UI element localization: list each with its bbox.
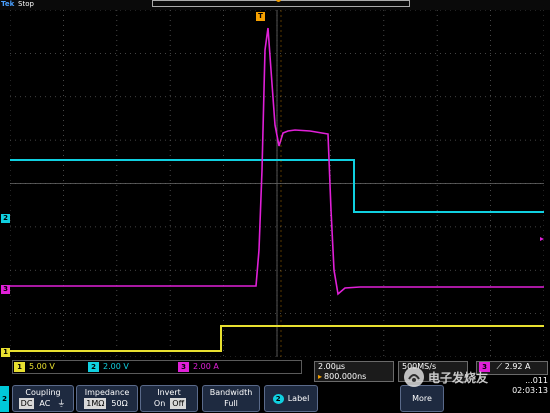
ch3-badge: 3	[178, 362, 189, 372]
ch3-scale: 2.00 A	[193, 362, 219, 371]
trigger-time-marker[interactable]: T	[256, 12, 265, 21]
more-label: More	[412, 394, 432, 403]
impedance-1m-option[interactable]: 1MΩ	[84, 398, 107, 409]
invert-on-option[interactable]: On	[152, 398, 167, 409]
invert-button[interactable]: Invert On Off	[140, 385, 198, 412]
bandwidth-title: Bandwidth	[209, 388, 253, 397]
label-button[interactable]: 2 Label	[264, 385, 318, 412]
status-bar: Tek Stop	[0, 0, 550, 10]
ch2-badge: 2	[88, 362, 99, 372]
ch1-readout[interactable]: 1 5.00 V	[14, 361, 55, 373]
ch1-scale: 5.00 V	[29, 362, 55, 371]
waveform-display[interactable]	[10, 10, 544, 357]
label-title: Label	[287, 394, 310, 403]
impedance-title: Impedance	[84, 388, 130, 397]
bandwidth-value: Full	[224, 399, 238, 408]
ch1-ground-marker[interactable]: 1	[1, 348, 10, 357]
ch2-ground-marker[interactable]: 2	[1, 214, 10, 223]
label-channel-badge: 2	[272, 393, 284, 404]
brand-label: Tek	[1, 0, 15, 8]
ch3-ground-marker[interactable]: 3	[1, 285, 10, 294]
coupling-button[interactable]: Coupling DC AC ⏚	[12, 385, 74, 412]
record-view-indicator	[152, 0, 410, 7]
ch2-readout[interactable]: 2 2.00 V	[88, 361, 129, 373]
impedance-50-option[interactable]: 50Ω	[109, 398, 129, 409]
timebase-value: 2.00µs	[318, 362, 346, 371]
watermark-text: 电子发烧友	[428, 370, 489, 385]
ch3-readout[interactable]: 3 2.00 A	[178, 361, 219, 373]
watermark: 电子发烧友	[404, 364, 544, 390]
invert-off-option[interactable]: Off	[170, 398, 187, 409]
ch2-scale: 2.00 V	[103, 362, 129, 371]
acquisition-state[interactable]: Stop	[18, 0, 34, 9]
menu-channel-tab[interactable]: 2	[0, 386, 9, 412]
trigger-position-icon: ▸	[318, 372, 323, 381]
coupling-ac-option[interactable]: AC	[37, 398, 52, 409]
impedance-button[interactable]: Impedance 1MΩ 50Ω	[76, 385, 138, 412]
channel-readout-strip	[12, 360, 302, 374]
coupling-title: Coupling	[25, 388, 61, 397]
coupling-dc-option[interactable]: DC	[18, 398, 35, 409]
invert-title: Invert	[157, 388, 181, 397]
elecfans-logo-icon	[404, 367, 424, 387]
ch1-badge: 1	[14, 362, 25, 372]
ground-icon[interactable]: ⏚	[55, 398, 67, 409]
horizontal-position-value: 800.000ns	[324, 372, 367, 381]
horizontal-readout[interactable]: 2.00µs ▸ 800.000ns	[314, 361, 394, 382]
bandwidth-button[interactable]: Bandwidth Full	[202, 385, 260, 412]
